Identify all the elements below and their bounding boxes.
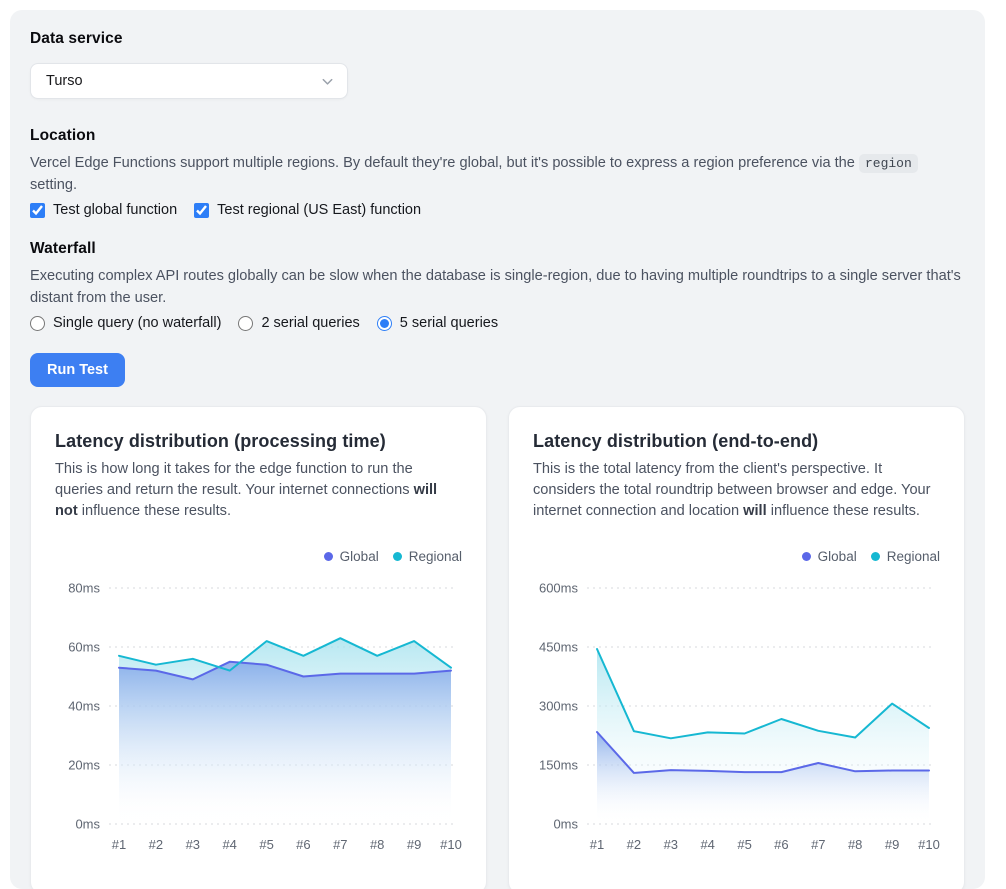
location-heading: Location (30, 127, 965, 145)
legend-global-label: Global (340, 549, 379, 564)
legend-item-global: Global (324, 549, 379, 564)
svg-text:#2: #2 (627, 837, 641, 852)
data-service-select[interactable]: Turso (30, 63, 348, 99)
svg-text:#5: #5 (737, 837, 751, 852)
radio-label-single-query[interactable]: Single query (no waterfall) (30, 315, 221, 331)
svg-text:#5: #5 (259, 837, 273, 852)
svg-text:#4: #4 (222, 837, 236, 852)
end-to-end-chart: 0ms 150ms 300ms 450ms 600ms #1 #2 #3 #4 #5 #6 #7 #8 #… (533, 572, 943, 860)
processing-desc-suffix: influence these results. (78, 503, 231, 519)
radio-label-5-serial-queries[interactable]: 5 serial queries (377, 315, 498, 331)
charts-row: Latency distribution (processing time) T… (30, 406, 965, 889)
data-service-heading: Data service (30, 30, 965, 48)
svg-text:#8: #8 (848, 837, 862, 852)
location-description-text: Vercel Edge Functions support multiple r… (30, 155, 859, 171)
two-serial-queries-radio[interactable] (238, 316, 253, 331)
single-query-radio[interactable] (30, 316, 45, 331)
e2e-desc-bold: will (743, 503, 767, 519)
svg-text:300ms: 300ms (539, 699, 579, 714)
svg-text:#3: #3 (664, 837, 678, 852)
e2e-desc-suffix: influence these results. (767, 503, 920, 519)
legend-regional-label: Regional (887, 549, 940, 564)
regional-function-checkbox[interactable] (194, 203, 209, 218)
location-checkbox-row: Test global function Test regional (US E… (30, 202, 965, 218)
processing-time-card: Latency distribution (processing time) T… (30, 406, 487, 889)
region-code-chip: region (859, 154, 918, 173)
waterfall-radio-row: Single query (no waterfall) 2 serial que… (30, 315, 965, 331)
waterfall-heading: Waterfall (30, 240, 965, 258)
svg-text:450ms: 450ms (539, 640, 579, 655)
svg-text:80ms: 80ms (68, 581, 100, 596)
end-to-end-chart-legend: Global Regional (533, 549, 940, 564)
five-serial-queries-radio-text: 5 serial queries (400, 315, 498, 331)
svg-text:#2: #2 (149, 837, 163, 852)
processing-time-card-title: Latency distribution (processing time) (55, 431, 462, 452)
svg-text:#1: #1 (112, 837, 126, 852)
svg-text:#7: #7 (811, 837, 825, 852)
single-query-radio-text: Single query (no waterfall) (53, 315, 221, 331)
end-to-end-card-description: This is the total latency from the clien… (533, 459, 940, 522)
legend-regional-label: Regional (409, 549, 462, 564)
processing-time-chart: 0ms 20ms 40ms 60ms 80ms #1 #2 #3 #4 #5 #6 #7 #8 #9 #10 (55, 572, 465, 860)
radio-label-2-serial-queries[interactable]: 2 serial queries (238, 315, 359, 331)
svg-text:#8: #8 (370, 837, 384, 852)
chevron-down-icon (320, 74, 335, 89)
data-service-selected-value: Turso (46, 73, 83, 89)
legend-item-regional: Regional (871, 549, 940, 564)
processing-desc-text: This is how long it takes for the edge f… (55, 461, 414, 498)
svg-text:#7: #7 (333, 837, 347, 852)
checkbox-label-global-function[interactable]: Test global function (30, 202, 177, 218)
regional-series-dot-icon (393, 552, 402, 561)
location-description: Vercel Edge Functions support multiple r… (30, 153, 965, 196)
svg-text:#6: #6 (296, 837, 310, 852)
legend-global-label: Global (818, 549, 857, 564)
svg-text:#6: #6 (774, 837, 788, 852)
svg-text:#9: #9 (885, 837, 899, 852)
processing-time-card-description: This is how long it takes for the edge f… (55, 459, 462, 522)
end-to-end-card-title: Latency distribution (end-to-end) (533, 431, 940, 452)
svg-text:#1: #1 (590, 837, 604, 852)
checkbox-label-regional-function[interactable]: Test regional (US East) function (194, 202, 421, 218)
global-series-dot-icon (324, 552, 333, 561)
legend-item-global: Global (802, 549, 857, 564)
legend-item-regional: Regional (393, 549, 462, 564)
run-test-button[interactable]: Run Test (30, 353, 125, 387)
svg-text:#9: #9 (407, 837, 421, 852)
global-function-checkbox[interactable] (30, 203, 45, 218)
location-description-suffix: setting. (30, 177, 77, 193)
two-serial-queries-radio-text: 2 serial queries (261, 315, 359, 331)
end-to-end-card: Latency distribution (end-to-end) This i… (508, 406, 965, 889)
svg-text:60ms: 60ms (68, 640, 100, 655)
svg-text:0ms: 0ms (75, 817, 100, 832)
svg-text:#10: #10 (440, 837, 462, 852)
svg-text:40ms: 40ms (68, 699, 100, 714)
svg-text:150ms: 150ms (539, 758, 579, 773)
global-series-dot-icon (802, 552, 811, 561)
global-function-checkbox-text: Test global function (53, 202, 177, 218)
regional-function-checkbox-text: Test regional (US East) function (217, 202, 421, 218)
svg-text:#10: #10 (918, 837, 940, 852)
test-settings-panel: Data service Turso Location Vercel Edge … (10, 10, 985, 889)
processing-chart-legend: Global Regional (55, 549, 462, 564)
regional-series-dot-icon (871, 552, 880, 561)
waterfall-description: Executing complex API routes globally ca… (30, 266, 965, 309)
svg-text:0ms: 0ms (553, 817, 578, 832)
five-serial-queries-radio[interactable] (377, 316, 392, 331)
svg-text:600ms: 600ms (539, 581, 579, 596)
svg-text:20ms: 20ms (68, 758, 100, 773)
svg-text:#3: #3 (186, 837, 200, 852)
svg-text:#4: #4 (700, 837, 714, 852)
